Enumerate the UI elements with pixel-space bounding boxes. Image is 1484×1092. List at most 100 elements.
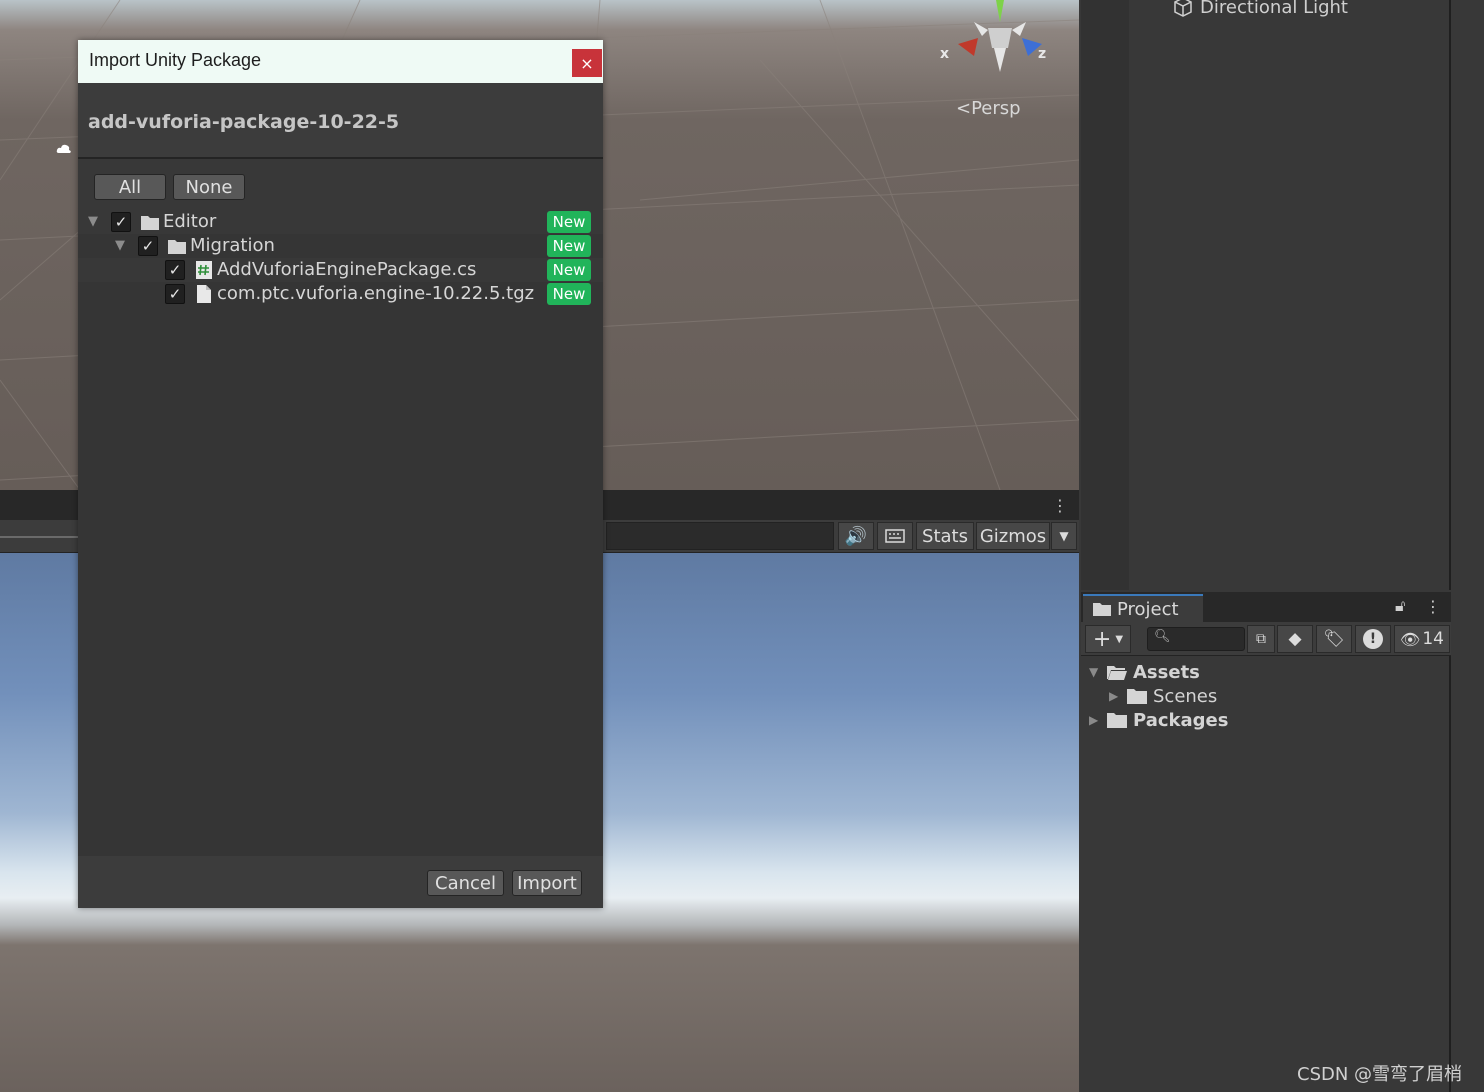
close-button[interactable]: ×: [572, 49, 602, 77]
tree-item-label: Assets: [1133, 661, 1200, 683]
folder-icon: [168, 240, 186, 254]
search-input[interactable]: 🔍︎: [1147, 627, 1245, 651]
persp-label: Persp: [971, 98, 1021, 119]
scale-slider[interactable]: [0, 536, 78, 538]
dialog-title: Import Unity Package: [89, 50, 262, 70]
hierarchy-item[interactable]: Directional Light: [1172, 0, 1348, 18]
stats-button[interactable]: Stats: [916, 522, 974, 550]
new-badge: New: [547, 283, 591, 305]
folder-icon: [1107, 713, 1127, 728]
filter-by-type-button[interactable]: ◆: [1277, 625, 1313, 653]
folder-icon: [141, 216, 159, 230]
search-scope-icon: ⧉: [1256, 631, 1266, 647]
folder-open-icon: [1107, 666, 1127, 680]
checkbox[interactable]: ✓: [165, 260, 185, 280]
tree-item-label: Editor: [163, 211, 217, 232]
selection-bar: All None: [78, 161, 603, 211]
package-header: add-vuforia-package-10-22-5: [78, 83, 603, 159]
chevron-down-icon: ▼: [1115, 633, 1124, 645]
import-package-dialog: Import Unity Package × add-vuforia-packa…: [78, 40, 603, 908]
keyboard-icon: [885, 529, 905, 543]
folder-icon: [1127, 689, 1147, 704]
project-more-icon[interactable]: ⋮: [1425, 597, 1441, 616]
gameobject-cube-icon: [1174, 0, 1192, 17]
lock-icon[interactable]: 🔓︎: [1395, 596, 1405, 616]
close-icon: ×: [580, 53, 594, 73]
checkbox[interactable]: ✓: [138, 236, 158, 256]
create-button[interactable]: + ▼: [1085, 625, 1131, 653]
warning-icon: !: [1363, 629, 1383, 649]
filter-log-button[interactable]: !: [1355, 625, 1391, 653]
orientation-gizmo[interactable]: x z: [938, 0, 1058, 80]
hidden-count: 14: [1422, 629, 1444, 649]
watermark: CSDN @雪弯了眉梢: [1297, 1064, 1463, 1085]
tree-item-label: Migration: [190, 235, 275, 256]
collapse-arrow-icon[interactable]: ▶: [1089, 713, 1101, 727]
plus-icon: +: [1092, 626, 1112, 652]
csharp-script-icon: [196, 261, 212, 279]
new-badge: New: [547, 235, 591, 257]
hierarchy-item-label: Directional Light: [1200, 0, 1348, 18]
tree-item-label: com.ptc.vuforia.engine-10.22.5.tgz: [217, 283, 535, 304]
game-toolbar-field: [606, 522, 834, 550]
tree-item-packages[interactable]: ▶ Packages: [1089, 708, 1228, 732]
tree-row[interactable]: ▼ ✓ Migration New: [78, 234, 603, 258]
filter-by-label-button[interactable]: 🏷︎: [1316, 625, 1352, 653]
shapes-icon: ◆: [1288, 629, 1302, 649]
folder-icon: [1093, 603, 1111, 616]
project-panel: Project 🔓︎ ⋮ + ▼ 🔍︎ ⧉ ◆ 🏷︎ ! 👁︎ 14 ▼ Ass…: [1081, 592, 1451, 1092]
persp-chevron-icon: <: [956, 98, 972, 119]
tree-item-assets[interactable]: ▼ Assets: [1089, 660, 1200, 684]
tree-item-label: Packages: [1133, 709, 1229, 731]
audio-toggle[interactable]: 🔊: [838, 522, 874, 550]
persp-toggle[interactable]: <Persp: [956, 98, 1021, 119]
tab-project[interactable]: Project: [1083, 594, 1203, 622]
search-icon: 🔍︎: [1154, 629, 1171, 644]
search-by-type-button[interactable]: ⧉: [1247, 625, 1275, 653]
new-badge: New: [547, 211, 591, 233]
tree-row[interactable]: ✓ AddVuforiaEnginePackage.cs New: [78, 258, 603, 282]
import-button[interactable]: Import: [512, 870, 582, 896]
tree-item-label: AddVuforiaEnginePackage.cs: [217, 259, 477, 280]
keyboard-toggle[interactable]: [877, 522, 913, 550]
dialog-footer: Cancel Import: [78, 856, 603, 908]
dialog-titlebar[interactable]: Import Unity Package ×: [78, 40, 603, 83]
gizmo-x-label: x: [940, 46, 950, 62]
checkbox[interactable]: ✓: [165, 284, 185, 304]
cloud-icon[interactable]: [56, 143, 72, 155]
hierarchy-panel: [1081, 0, 1451, 590]
new-badge: New: [547, 259, 591, 281]
gizmos-dropdown[interactable]: ▼: [1051, 522, 1077, 550]
project-tabbar: Project 🔓︎ ⋮: [1081, 592, 1451, 622]
gizmos-button[interactable]: Gizmos: [976, 522, 1050, 550]
tree-item-scenes[interactable]: ▶ Scenes: [1109, 684, 1217, 708]
expand-arrow-icon[interactable]: ▼: [88, 214, 98, 229]
game-more-icon[interactable]: ⋮: [1052, 496, 1068, 515]
collapse-arrow-icon[interactable]: ▶: [1109, 689, 1121, 703]
gizmo-z-label: z: [1038, 46, 1047, 62]
cancel-button[interactable]: Cancel: [427, 870, 504, 896]
right-edge-panel: [1452, 0, 1484, 1092]
checkmark-icon: ✓: [168, 261, 182, 279]
package-contents-tree: ▼ ✓ Editor New ▼ ✓ Migration New ✓ AddVu…: [78, 210, 603, 856]
tree-row[interactable]: ✓ com.ptc.vuforia.engine-10.22.5.tgz New: [78, 282, 603, 306]
project-toolbar: + ▼ 🔍︎ ⧉ ◆ 🏷︎ ! 👁︎ 14: [1081, 622, 1451, 656]
tree-row[interactable]: ▼ ✓ Editor New: [78, 210, 603, 234]
eye-slash-icon: 👁︎: [1400, 629, 1421, 649]
package-name: add-vuforia-package-10-22-5: [88, 111, 400, 133]
tab-project-label: Project: [1117, 598, 1179, 620]
tree-item-label: Scenes: [1153, 685, 1218, 707]
hierarchy-gutter: [1081, 0, 1129, 590]
select-none-button[interactable]: None: [173, 174, 245, 200]
speaker-icon: 🔊: [844, 525, 868, 547]
select-all-button[interactable]: All: [94, 174, 166, 200]
checkmark-icon: ✓: [168, 285, 182, 303]
hidden-packages-toggle[interactable]: 👁︎ 14: [1394, 625, 1450, 653]
tag-icon: 🏷︎: [1323, 629, 1345, 649]
expand-arrow-icon[interactable]: ▼: [1089, 665, 1101, 679]
checkmark-icon: ✓: [114, 213, 128, 231]
checkmark-icon: ✓: [141, 237, 155, 255]
expand-arrow-icon[interactable]: ▼: [115, 238, 125, 253]
checkbox[interactable]: ✓: [111, 212, 131, 232]
chevron-down-icon: ▼: [1059, 529, 1069, 543]
